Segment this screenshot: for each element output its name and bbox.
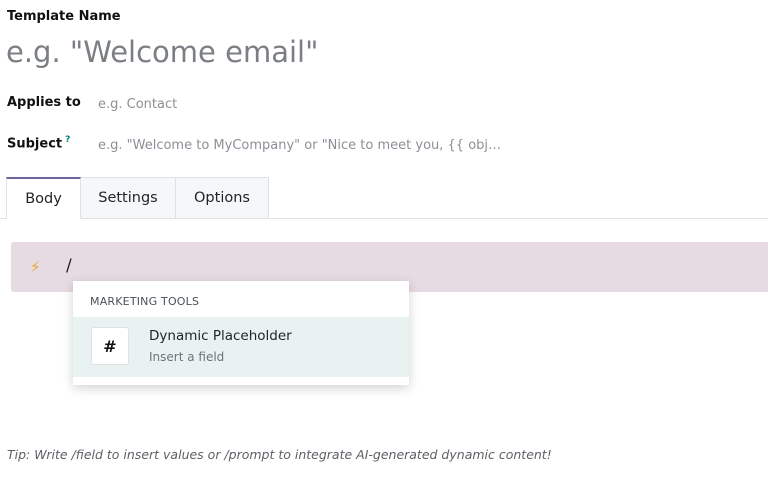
tab-settings[interactable]: Settings bbox=[81, 177, 176, 219]
option-description: Insert a field bbox=[149, 350, 225, 364]
tab-bar: Body Settings Options bbox=[0, 177, 768, 219]
tab-body[interactable]: Body bbox=[6, 177, 81, 219]
subject-input[interactable] bbox=[98, 135, 538, 155]
template-name-label: Template Name bbox=[7, 9, 121, 24]
subject-label: Subject bbox=[7, 136, 63, 152]
subject-help-icon[interactable]: ? bbox=[65, 135, 70, 145]
lightning-bolt-icon: ⚡ bbox=[30, 258, 41, 276]
dropdown-section-header: MARKETING TOOLS bbox=[90, 295, 200, 308]
option-title: Dynamic Placeholder bbox=[149, 328, 292, 344]
dynamic-placeholder-option[interactable]: # Dynamic Placeholder Insert a field bbox=[73, 317, 409, 377]
editor-tip: Tip: Write /field to insert values or /p… bbox=[7, 447, 552, 462]
applies-to-input[interactable] bbox=[98, 94, 538, 114]
applies-to-label: Applies to bbox=[7, 95, 81, 110]
tab-options[interactable]: Options bbox=[176, 177, 269, 219]
command-dropdown: MARKETING TOOLS # Dynamic Placeholder In… bbox=[73, 281, 409, 385]
editor-typed-text: / bbox=[66, 256, 72, 276]
hash-icon: # bbox=[91, 327, 129, 365]
template-name-input[interactable] bbox=[6, 32, 746, 72]
subject-label-row: Subject? bbox=[7, 135, 70, 151]
